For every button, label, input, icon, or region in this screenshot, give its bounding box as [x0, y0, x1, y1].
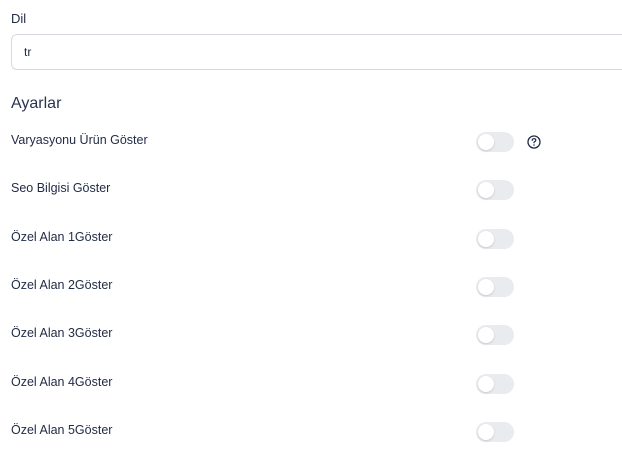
toggle-custom-field-3[interactable] [476, 325, 514, 345]
setting-row-seo-info: Seo Bilgisi Göster [0, 180, 622, 204]
setting-row-custom-field-1: Özel Alan 1Göster [0, 229, 622, 253]
setting-label-seo-info: Seo Bilgisi Göster [11, 181, 111, 195]
toggle-custom-field-2[interactable] [476, 277, 514, 297]
setting-label-custom-field-3: Özel Alan 3Göster [11, 326, 113, 340]
toggle-knob [478, 327, 494, 343]
settings-section-title: Ayarlar [11, 95, 62, 112]
language-input[interactable] [11, 34, 622, 70]
toggle-custom-field-4[interactable] [476, 374, 514, 394]
toggle-custom-field-5[interactable] [476, 422, 514, 442]
toggle-seo-info[interactable] [476, 180, 514, 200]
setting-label-custom-field-2: Özel Alan 2Göster [11, 278, 113, 292]
toggle-variation-product[interactable] [476, 132, 514, 152]
setting-row-custom-field-2: Özel Alan 2Göster [0, 277, 622, 301]
setting-row-variation-product: Varyasyonu Ürün Göster [0, 132, 622, 156]
question-circle-icon[interactable] [527, 135, 541, 149]
toggle-knob [478, 182, 494, 198]
toggle-knob [478, 134, 494, 150]
language-label: Dil [11, 11, 27, 26]
setting-row-custom-field-5: Özel Alan 5Göster [0, 422, 622, 446]
toggle-custom-field-1[interactable] [476, 229, 514, 249]
toggle-knob [478, 231, 494, 247]
toggle-knob [478, 279, 494, 295]
toggle-knob [478, 376, 494, 392]
setting-label-custom-field-5: Özel Alan 5Göster [11, 423, 113, 437]
setting-label-custom-field-4: Özel Alan 4Göster [11, 375, 113, 389]
language-field-container [0, 30, 622, 74]
setting-label-custom-field-1: Özel Alan 1Göster [11, 230, 113, 244]
toggle-knob [478, 424, 494, 440]
setting-row-custom-field-4: Özel Alan 4Göster [0, 374, 622, 398]
setting-row-custom-field-3: Özel Alan 3Göster [0, 325, 622, 349]
setting-label-variation-product: Varyasyonu Ürün Göster [11, 133, 148, 147]
